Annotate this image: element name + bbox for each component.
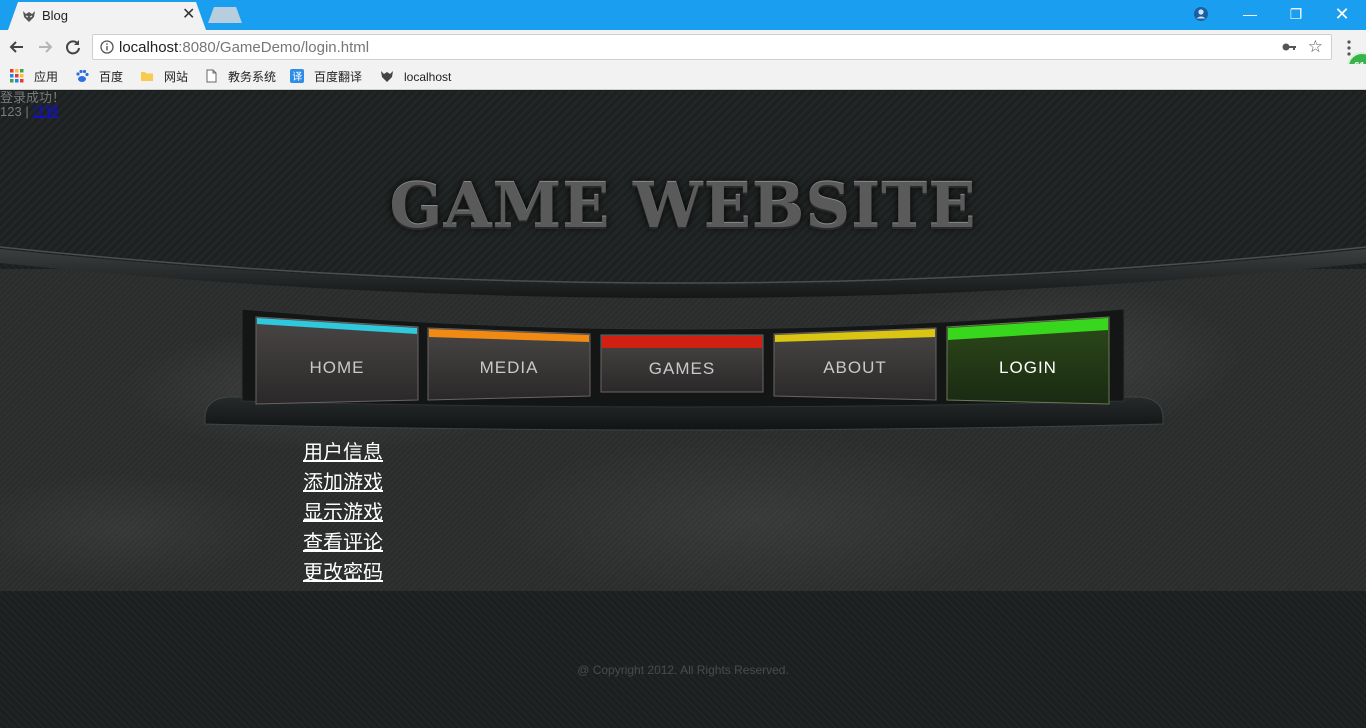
nav-item-media[interactable]: MEDIA [427, 327, 591, 403]
link-add-game[interactable]: 添加游戏 [303, 468, 383, 498]
nav-item-about[interactable]: ABOUT [773, 327, 937, 403]
nav-label-media: MEDIA [480, 358, 539, 377]
link-show-games[interactable]: 显示游戏 [303, 498, 383, 528]
folder-icon [141, 72, 153, 81]
separator: | [25, 104, 29, 119]
games-accent-bar [602, 336, 762, 348]
browser-tab[interactable]: Blog ✕ [8, 2, 206, 30]
user-menu: 用户信息 添加游戏 显示游戏 查看评论 更改密码 [303, 438, 383, 588]
nav-label-login: LOGIN [999, 358, 1057, 377]
bookmark-websites[interactable]: 网站 [140, 68, 188, 86]
bookmark-baidu-translate[interactable]: 译 百度翻译 [290, 68, 362, 86]
wolf-favicon-icon [23, 11, 35, 22]
nav-item-games[interactable]: GAMES [600, 334, 764, 394]
info-icon[interactable] [100, 40, 114, 54]
page-icon [206, 69, 217, 83]
svg-text:译: 译 [292, 71, 302, 83]
new-tab-button[interactable] [208, 7, 242, 23]
tab-close-icon[interactable]: ✕ [182, 6, 195, 24]
logout-link[interactable]: 注销 [32, 104, 58, 119]
nav-plate [204, 308, 1164, 431]
bookmark-label: 百度翻译 [314, 70, 363, 84]
url-path: :8080/GameDemo/login.html [178, 39, 370, 56]
minimize-button[interactable]: — [1227, 0, 1273, 28]
bookmark-apps[interactable]: 应用 [10, 68, 58, 86]
address-bar[interactable]: localhost:8080/GameDemo/login.html ☆ [92, 34, 1332, 60]
bookmark-label: 应用 [34, 70, 59, 84]
key-icon[interactable] [1281, 40, 1297, 54]
restore-button[interactable]: ❐ [1273, 0, 1319, 28]
url-text: localhost:8080/GameDemo/login.html [119, 39, 369, 56]
forward-arrow-icon[interactable] [34, 36, 56, 58]
nav-label-games: GAMES [649, 359, 715, 378]
login-status-text: 登录成功！ [0, 91, 66, 105]
browser-toolbar: localhost:8080/GameDemo/login.html ☆ [0, 30, 1366, 64]
link-change-password[interactable]: 更改密码 [303, 558, 383, 588]
username: 123 [0, 104, 22, 119]
nav-label-home: HOME [310, 358, 365, 377]
bookmark-star-icon[interactable]: ☆ [1308, 38, 1323, 56]
bookmark-label: 教务系统 [228, 70, 277, 84]
bookmarks-bar: 应用 百度 网站 教务系统 译 百度翻译 localhost [0, 64, 1366, 90]
user-line: 123 | 注销 [0, 105, 58, 119]
link-view-comments[interactable]: 查看评论 [303, 528, 383, 558]
nav-item-home[interactable]: HOME [255, 316, 419, 406]
link-user-info[interactable]: 用户信息 [303, 438, 383, 468]
profile-icon[interactable] [1193, 6, 1209, 22]
nav-label-about: ABOUT [823, 358, 887, 377]
nav-item-login[interactable]: LOGIN [946, 316, 1110, 406]
wolf-favicon-icon [381, 71, 393, 82]
bookmark-label: localhost [404, 70, 452, 84]
bookmark-baidu[interactable]: 百度 [75, 68, 123, 86]
translate-icon: 译 [290, 69, 304, 83]
bookmark-label: 百度 [99, 70, 124, 84]
baidu-paw-icon [76, 69, 89, 82]
footer-copyright: @ Copyright 2012. All Rights Reserved. [577, 663, 789, 677]
url-host: localhost [119, 39, 179, 56]
tab-title: Blog [42, 8, 69, 23]
close-window-button[interactable]: ✕ [1319, 0, 1365, 28]
back-arrow-icon[interactable] [6, 36, 28, 58]
browser-titlebar: Blog ✕ — ❐ ✕ [0, 0, 1366, 30]
page-content: 登录成功！ 123 | 注销 GAME WEBSITE HOME MEDIA G… [0, 91, 1366, 728]
bookmark-localhost[interactable]: localhost [380, 68, 451, 86]
apps-grid-icon [10, 69, 24, 83]
bookmark-academic[interactable]: 教务系统 [204, 68, 276, 86]
bookmark-label: 网站 [164, 70, 189, 84]
reload-icon[interactable] [62, 36, 84, 58]
